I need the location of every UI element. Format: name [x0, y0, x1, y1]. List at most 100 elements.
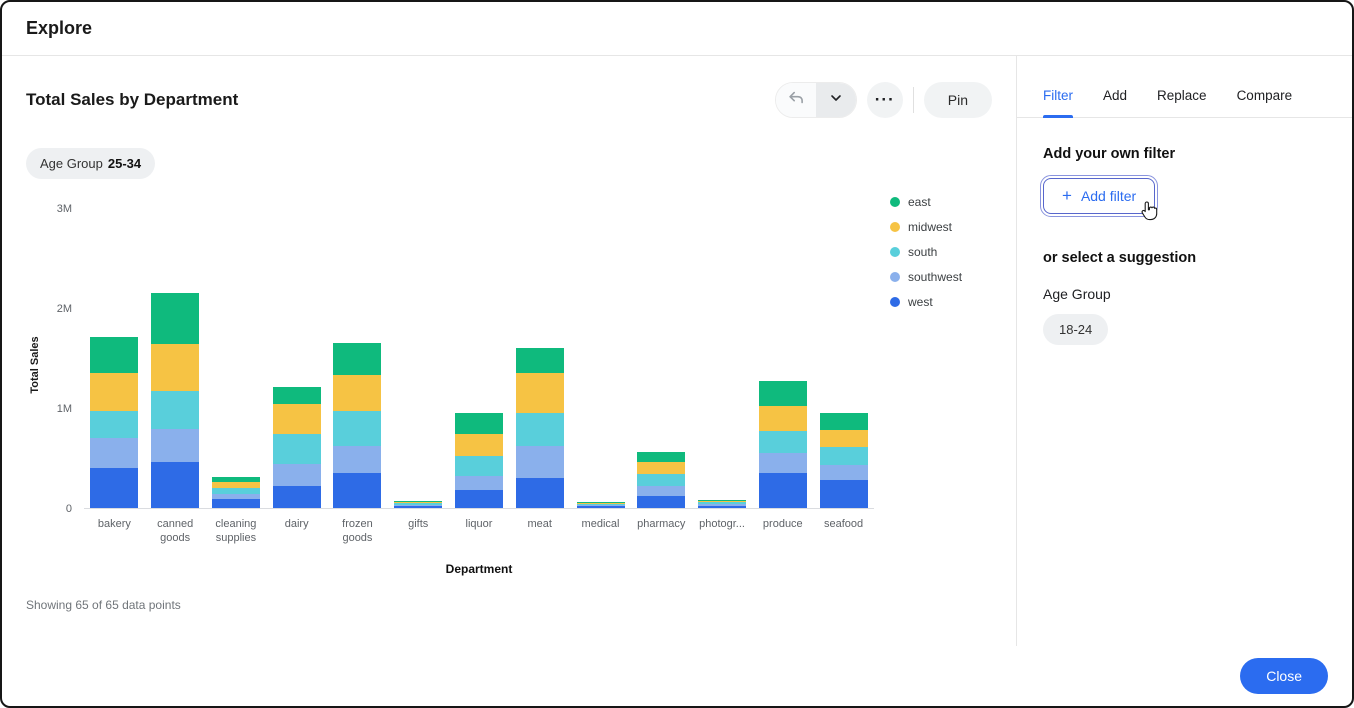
stacked-bar-chart: Total Sales 3M2M1M0 bakerycanned goodscl… — [2, 179, 1016, 576]
legend-item-midwest[interactable]: midwest — [890, 220, 1006, 234]
bar-column — [388, 209, 449, 508]
bar-segment-south[interactable] — [759, 431, 807, 453]
legend-dot-icon — [890, 222, 900, 232]
bar-segment-south[interactable] — [333, 411, 381, 446]
legend-item-southwest[interactable]: southwest — [890, 270, 1006, 284]
age-group-filter-chip[interactable]: Age Group 25-34 — [26, 148, 155, 179]
legend-item-south[interactable]: south — [890, 245, 1006, 259]
bar-segment-west[interactable] — [698, 506, 746, 508]
stacked-bar-gifts[interactable] — [394, 501, 442, 508]
close-button[interactable]: Close — [1240, 658, 1328, 694]
bar-segment-west[interactable] — [637, 496, 685, 508]
add-filter-button[interactable]: + Add filter — [1043, 178, 1155, 214]
stacked-bar-meat[interactable] — [516, 348, 564, 508]
pin-button[interactable]: Pin — [924, 82, 992, 118]
footer-bar: Close — [2, 646, 1352, 706]
bar-segment-west[interactable] — [273, 486, 321, 508]
bar-segment-south[interactable] — [820, 447, 868, 465]
bar-segment-south[interactable] — [151, 391, 199, 429]
bar-segment-southwest[interactable] — [151, 429, 199, 462]
bar-segment-east[interactable] — [820, 413, 868, 430]
bar-segment-south[interactable] — [516, 413, 564, 446]
bar-segment-south[interactable] — [273, 434, 321, 464]
stacked-bar-produce[interactable] — [759, 381, 807, 508]
bar-segment-west[interactable] — [455, 490, 503, 508]
top-bar: Explore — [2, 2, 1352, 56]
x-axis-labels: bakerycanned goodscleaning suppliesdairy… — [84, 517, 874, 546]
bar-column — [631, 209, 692, 508]
bar-column — [692, 209, 753, 508]
chart-panel: Total Sales by Department — [2, 56, 1016, 646]
bar-segment-midwest[interactable] — [759, 406, 807, 431]
bar-segment-east[interactable] — [455, 413, 503, 434]
bar-segment-west[interactable] — [577, 506, 625, 508]
stacked-bar-photogr-[interactable] — [698, 500, 746, 508]
bar-segment-west[interactable] — [820, 480, 868, 508]
bar-segment-midwest[interactable] — [455, 434, 503, 456]
chevron-down-icon — [828, 90, 844, 111]
page-title: Explore — [26, 18, 92, 39]
stacked-bar-pharmacy[interactable] — [637, 452, 685, 508]
history-dropdown-button[interactable] — [816, 83, 856, 117]
bar-segment-southwest[interactable] — [455, 476, 503, 490]
bar-segment-midwest[interactable] — [90, 373, 138, 411]
bar-segment-midwest[interactable] — [273, 404, 321, 434]
bar-segment-southwest[interactable] — [273, 464, 321, 486]
bar-segment-east[interactable] — [151, 293, 199, 344]
x-tick-label: pharmacy — [631, 517, 692, 546]
stacked-bar-canned-goods[interactable] — [151, 293, 199, 508]
bar-segment-east[interactable] — [516, 348, 564, 373]
bar-segment-west[interactable] — [516, 478, 564, 508]
bar-segment-south[interactable] — [90, 411, 138, 438]
bar-segment-east[interactable] — [333, 343, 381, 375]
legend-dot-icon — [890, 247, 900, 257]
bar-segment-midwest[interactable] — [151, 344, 199, 391]
bar-segment-south[interactable] — [637, 474, 685, 486]
plot-area — [84, 209, 874, 509]
chart-legend: east midwest south southwest west — [874, 195, 1006, 576]
bar-segment-south[interactable] — [455, 456, 503, 476]
bar-segment-southwest[interactable] — [637, 486, 685, 496]
bar-segment-west[interactable] — [759, 473, 807, 508]
tab-add[interactable]: Add — [1103, 56, 1127, 117]
suggestion-chip-18-24[interactable]: 18-24 — [1043, 314, 1108, 345]
bar-segment-midwest[interactable] — [516, 373, 564, 413]
bar-segment-southwest[interactable] — [820, 465, 868, 480]
bar-segment-west[interactable] — [333, 473, 381, 508]
more-options-button[interactable]: ··· — [867, 82, 903, 118]
bar-segment-midwest[interactable] — [637, 462, 685, 474]
filter-side-panel: Filter Add Replace Compare Add your own … — [1016, 56, 1352, 646]
bar-segment-east[interactable] — [637, 452, 685, 462]
bar-segment-west[interactable] — [90, 468, 138, 508]
bar-segment-southwest[interactable] — [333, 446, 381, 473]
tab-compare[interactable]: Compare — [1237, 56, 1293, 117]
bar-segment-east[interactable] — [273, 387, 321, 404]
bar-segment-southwest[interactable] — [516, 446, 564, 478]
bar-segment-west[interactable] — [394, 506, 442, 508]
stacked-bar-dairy[interactable] — [273, 387, 321, 508]
stacked-bar-cleaning-supplies[interactable] — [212, 477, 260, 508]
x-tick-label: dairy — [266, 517, 327, 546]
legend-item-west[interactable]: west — [890, 295, 1006, 309]
stacked-bar-seafood[interactable] — [820, 413, 868, 508]
bar-segment-midwest[interactable] — [333, 375, 381, 411]
undo-button[interactable] — [776, 83, 816, 117]
y-tick-label: 0 — [66, 502, 72, 516]
x-tick-label: canned goods — [145, 517, 206, 546]
stacked-bar-frozen-goods[interactable] — [333, 343, 381, 508]
bar-segment-southwest[interactable] — [759, 453, 807, 473]
tab-filter[interactable]: Filter — [1043, 56, 1073, 117]
stacked-bar-bakery[interactable] — [90, 337, 138, 508]
stacked-bar-medical[interactable] — [577, 502, 625, 508]
bar-column — [813, 209, 874, 508]
bar-segment-west[interactable] — [151, 462, 199, 508]
bar-segment-east[interactable] — [759, 381, 807, 406]
bar-segment-west[interactable] — [212, 499, 260, 508]
tab-replace[interactable]: Replace — [1157, 56, 1207, 117]
legend-item-east[interactable]: east — [890, 195, 1006, 209]
stacked-bar-liquor[interactable] — [455, 413, 503, 508]
bar-segment-midwest[interactable] — [820, 430, 868, 447]
bar-segment-southwest[interactable] — [90, 438, 138, 468]
legend-label: south — [908, 245, 937, 259]
bar-segment-east[interactable] — [90, 337, 138, 373]
